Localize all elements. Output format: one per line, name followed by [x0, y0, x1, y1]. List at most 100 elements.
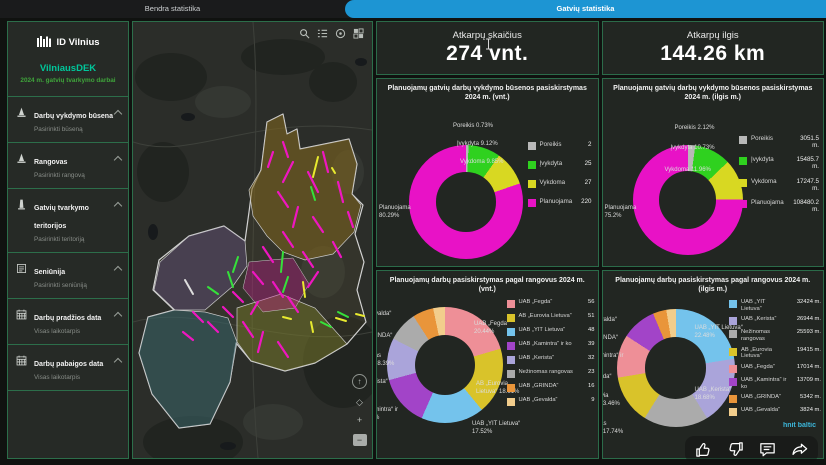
sidebar-filter-2[interactable]: Gatvių tvarkymo teritorijos Pasirinkti te… [8, 188, 128, 252]
chart-title: Planuojamų gatvių darbų vykdymo būsenos … [603, 79, 824, 102]
legend-row[interactable]: Poreikis3051.5 m. [739, 135, 819, 149]
legend-value: 39 [581, 341, 595, 348]
slice-callout: UAB „Fegda“ [602, 374, 649, 382]
slice-callout: Įvykdyta 9.12% [457, 141, 498, 149]
slice-callout: UAB „Gevalda“ [376, 311, 423, 319]
filter-label: Seniūnija [34, 269, 75, 276]
filter-label: Gatvių tvarkymo teritorijos [34, 205, 89, 230]
sidebar-filter-1[interactable]: RangovasPasirinkti rangovą [8, 142, 128, 188]
legend-row[interactable]: Poreikis2 [528, 141, 592, 150]
filter-placeholder: Pasirinkti rangovą [34, 172, 85, 179]
slice-callout: UAB „Gevalda“ [602, 317, 649, 325]
donut-hole [659, 171, 716, 228]
stat-value: 144.26 km [660, 42, 765, 66]
filter-placeholder: Pasirinkti būseną [34, 126, 123, 133]
legend-row[interactable]: UAB „YIT Lietuva“48 [507, 327, 595, 336]
legend-label: Planuojama [751, 199, 789, 206]
legend-row[interactable]: Nežinomas rangovas25593 m. [729, 329, 821, 342]
chevron-up-icon[interactable] [114, 358, 122, 366]
legend-icon[interactable] [317, 28, 328, 39]
logo-text: ID Vilnius [56, 37, 99, 48]
stat-label: Atkarpų ilgis [687, 30, 739, 41]
legend-row[interactable]: AB „Eurovia Lietuva“19415 m. [729, 347, 821, 360]
legend-swatch [729, 348, 737, 356]
legend-label: UAB „Kerista“ [519, 355, 577, 362]
layers-icon[interactable] [335, 28, 346, 39]
legend-row[interactable]: Nežinomas rangovas23 [507, 369, 595, 378]
sidebar-filter-0[interactable]: Darbų vykdymo būsenaPasirinkti būseną [8, 96, 128, 142]
legend-value: 17014 m. [791, 364, 821, 371]
sidebar-filter-3[interactable]: SeniūnijaPasirinkti seniūniją [8, 252, 128, 298]
chart-rangovai-ilgis: Planuojamų darbų pasiskirstymas pagal ra… [602, 270, 825, 459]
legend-row[interactable]: UAB „YIT Lietuva“ 32424 m. [729, 299, 821, 312]
hnit-baltic-watermark: hnit baltic [783, 422, 816, 429]
legend-row[interactable]: Planuojama108480.2 m. [739, 199, 819, 213]
legend-row[interactable]: UAB „Kamintra“ ir ko39 [507, 341, 595, 350]
tab-bendra-statistika[interactable]: Bendra statistika [0, 0, 345, 18]
legend-label: UAB „YIT Lietuva“ [741, 299, 787, 312]
legend-label: Nežinomas rangovas [741, 329, 787, 342]
thumbs-up-icon[interactable] [694, 440, 713, 459]
chart-legend: UAB „YIT Lietuva“ 32424 m. UAB „Kerista“26… [729, 299, 821, 416]
legend-row[interactable]: UAB „Fegda“17014 m. [729, 364, 821, 373]
thumbs-down-icon[interactable] [726, 440, 745, 459]
legend-swatch [729, 395, 737, 403]
legend-label: Vykdoma [751, 178, 789, 185]
filter-placeholder: Pasirinkti teritoriją [34, 236, 123, 243]
share-icon[interactable] [790, 440, 809, 459]
legend-row[interactable]: UAB „Kerista“32 [507, 355, 595, 364]
legend-row[interactable]: Įvykdyta15485.7 m. [739, 156, 819, 170]
legend-value: 3051.5 m. [793, 135, 819, 149]
cone-icon [14, 151, 29, 179]
legend-row[interactable]: Planuojama220 [528, 198, 592, 207]
slice-callout: UAB „Kerista“ 11.68% [376, 379, 423, 395]
legend-row[interactable]: UAB „Gevalda“9 [507, 397, 595, 406]
legend-value: 16 [581, 383, 595, 390]
chart-title: Planuojamų darbų pasiskirstymas pagal ra… [603, 271, 824, 294]
filter-sidebar: ID Vilnius VilniausDEK 2024 m. gatvių tv… [7, 21, 129, 459]
legend-label: UAB „Kamintra“ ir ko [741, 377, 787, 390]
legend-row[interactable]: UAB „Fegda“56 [507, 299, 595, 308]
legend-label: AB „Eurovia Lietuva“ [519, 313, 577, 320]
slice-callout: UAB „Kamintra“ ir ko [602, 353, 649, 369]
legend-swatch [507, 314, 515, 322]
legend-row[interactable]: UAB „Kamintra“ ir ko13709 m. [729, 377, 821, 390]
slice-callout: Planuojama 75.2% [605, 205, 637, 221]
legend-value: 220 [578, 198, 592, 205]
donut-hole [436, 172, 495, 231]
legend-swatch [507, 300, 515, 308]
legend-row[interactable]: UAB „Kerista“26944 m. [729, 316, 821, 325]
legend-row[interactable]: UAB „Gevalda“3824 m. [729, 407, 821, 416]
compass-icon[interactable]: ↑ [352, 374, 367, 389]
legend-row[interactable]: UAB „GRINDA“16 [507, 383, 595, 392]
district-icon [14, 261, 29, 289]
zoom-in-icon[interactable]: + [357, 416, 362, 425]
reaction-bar [685, 436, 818, 463]
chevron-up-icon[interactable] [114, 312, 122, 320]
legend-value: 32424 m. [791, 299, 821, 306]
legend-row[interactable]: Vykdoma17247.5 m. [739, 178, 819, 192]
chart-busenos-ilgis: Planuojamų gatvių darbų vykdymo būsenos … [602, 78, 825, 267]
sidebar-filter-4[interactable]: Darbų pradžios dataVisas laikotarpis [8, 298, 128, 344]
legend-row[interactable]: AB „Eurovia Lietuva“51 [507, 313, 595, 322]
legend-row[interactable]: UAB „GRINDA“5342 m. [729, 394, 821, 403]
basemap-icon[interactable] [353, 28, 364, 39]
home-icon[interactable]: ◇ [356, 398, 363, 407]
chevron-up-icon[interactable] [114, 156, 122, 164]
legend-swatch [729, 378, 737, 386]
legend-swatch [528, 199, 536, 207]
stat-card-atkarpu-ilgis: Atkarpų ilgis 144.26 km [602, 21, 825, 75]
zoom-out-icon[interactable]: − [353, 434, 367, 446]
search-icon[interactable] [299, 28, 310, 39]
cone-icon [14, 105, 29, 133]
legend-label: UAB „Gevalda“ [519, 397, 577, 404]
legend-row[interactable]: Vykdoma27 [528, 179, 592, 188]
legend-row[interactable]: Įvykdyta25 [528, 160, 592, 169]
calendar-icon [14, 307, 29, 335]
comment-icon[interactable] [758, 440, 777, 459]
sidebar-filter-5[interactable]: Darbų pabaigos dataVisas laikotarpis [8, 344, 128, 390]
tab-gatviu-statistika[interactable]: Gatvių statistika [345, 0, 826, 18]
legend-value: 15485.7 m. [793, 156, 819, 170]
chevron-up-icon[interactable] [114, 266, 122, 274]
map-panel[interactable]: ↑ ◇ + − [132, 21, 373, 459]
